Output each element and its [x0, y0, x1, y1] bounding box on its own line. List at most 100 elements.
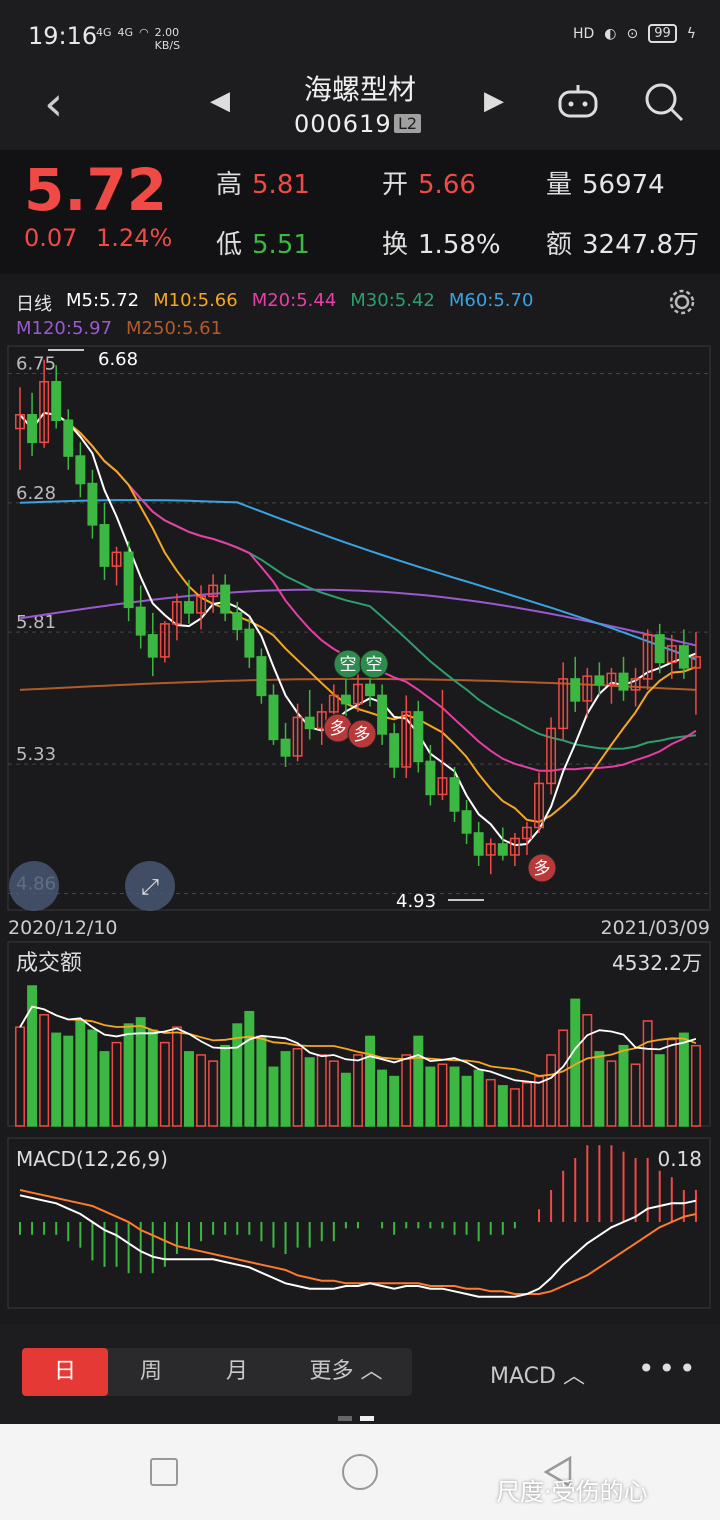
volume-bar — [208, 1060, 219, 1127]
y-tick-label: 6.75 — [16, 354, 56, 375]
status-time: 19:16 — [28, 22, 98, 50]
candle-body — [461, 810, 472, 834]
stock-chart[interactable]: 6.756.285.815.334.866.684.93空空多多多⤢2020/1… — [0, 274, 720, 1324]
tab-month[interactable]: 月 — [194, 1348, 280, 1396]
volume-bar — [63, 1035, 74, 1127]
indicator-select[interactable]: MACD ︿ — [490, 1358, 585, 1390]
back-icon[interactable]: ‹ — [44, 76, 63, 132]
tab-more[interactable]: 更多 ︿ — [280, 1348, 412, 1396]
candle-body — [63, 419, 74, 457]
stock-name: 海螺型材 — [303, 73, 416, 106]
page-dot — [338, 1416, 352, 1421]
moon-icon: ◐ — [604, 25, 617, 42]
volume-bar — [666, 1038, 677, 1127]
low-field: 低 5.51 — [216, 224, 310, 261]
candle-body — [256, 656, 267, 697]
y-tick-label: 6.28 — [16, 483, 56, 504]
volume-bar — [99, 1051, 110, 1127]
turnover-label: 换 — [382, 230, 409, 260]
candle-body — [497, 843, 508, 856]
volume-bar — [485, 1078, 496, 1127]
volume-bar — [280, 1051, 291, 1127]
amount-value: 3247.8万 — [582, 230, 699, 260]
amount-label: 额 — [546, 230, 573, 260]
volume-bar — [51, 1032, 62, 1127]
robot-icon[interactable] — [556, 82, 600, 122]
high-label: 高 — [216, 170, 243, 200]
high-marker-label: 6.68 — [98, 349, 138, 370]
candle-body — [280, 738, 291, 757]
candle-body — [184, 601, 194, 614]
candle-body — [244, 628, 255, 658]
l2-badge[interactable]: L2 — [394, 114, 422, 133]
system-nav-bar: 尺度·受伤的心 — [0, 1424, 720, 1520]
volume-frame — [7, 941, 711, 1127]
candle-body — [51, 381, 62, 422]
recents-icon[interactable] — [150, 1458, 178, 1486]
volume-bar — [256, 1035, 267, 1127]
volume-bar — [521, 1082, 532, 1127]
candle-body — [365, 683, 376, 697]
search-icon[interactable] — [642, 80, 686, 124]
candle-body — [340, 694, 351, 705]
candle-body — [654, 634, 665, 664]
volume-bar — [437, 1063, 448, 1127]
volume-bar — [123, 1023, 134, 1127]
buy-signal-label: 多 — [354, 725, 371, 745]
kline-frame — [7, 345, 711, 911]
candle-body — [413, 711, 424, 763]
buy-signal-label: 多 — [330, 719, 347, 739]
wifi-icon: ◠ — [139, 26, 149, 39]
tab-day[interactable]: 日 — [22, 1348, 108, 1396]
quote-panel: 5.72 0.07 1.24% 高 5.81 低 5.51 开 5.66 换 1.58%… — [0, 150, 720, 274]
volume-bar — [473, 1069, 484, 1127]
tab-week[interactable]: 周 — [108, 1348, 194, 1396]
volume-bar — [147, 1029, 158, 1127]
buy-signal-label: 多 — [534, 859, 551, 879]
next-stock-icon[interactable]: ▶ — [484, 86, 504, 116]
volume-bar — [594, 1051, 605, 1127]
volume-max-label: 4532.2万 — [612, 951, 702, 975]
volume-bar — [15, 1026, 25, 1127]
open-label: 开 — [382, 170, 409, 200]
volume-bar — [497, 1085, 508, 1127]
macd-dif-line — [19, 1194, 697, 1298]
status-bar: 19:16 4G 4G ◠ 2.00 KB/S HD ◐ ⊙ 99 ϟ — [0, 0, 720, 62]
candle-body — [220, 584, 231, 614]
stock-code: 000619 — [294, 110, 392, 138]
volume-bar — [389, 1075, 400, 1127]
volume-bar — [582, 1014, 593, 1127]
candle-body — [570, 678, 581, 702]
turnover-field: 换 1.58% — [382, 224, 501, 261]
net-speed: 2.00 KB/S — [155, 26, 180, 52]
prev-stock-icon[interactable]: ◀ — [210, 86, 230, 116]
candle-body — [268, 694, 279, 741]
more-options-icon[interactable]: ••• — [638, 1352, 700, 1385]
volume-bar — [304, 1057, 315, 1127]
period-tabs-bar: 日 周 月 更多 ︿ MACD ︿ ••• — [0, 1324, 720, 1424]
signal-1-label: 4G — [96, 26, 112, 39]
volume-bar — [618, 1044, 629, 1127]
ma10-line — [19, 411, 697, 824]
candle-body — [87, 482, 98, 526]
ma20-line — [19, 411, 697, 772]
high-field: 高 5.81 — [216, 164, 310, 201]
volume-bar — [654, 1054, 665, 1127]
volume-bar — [678, 1032, 689, 1127]
watermark-text: 尺度·受伤的心 — [496, 1478, 648, 1506]
volume-label: 量 — [546, 170, 573, 200]
home-icon[interactable] — [342, 1454, 378, 1490]
volume-bar — [630, 1063, 641, 1127]
low-label: 低 — [216, 230, 243, 260]
charging-icon: ϟ — [686, 25, 696, 42]
volume-value: 56974 — [582, 170, 665, 200]
turnover-value: 1.58% — [418, 230, 501, 260]
volume-title: 成交额 — [16, 951, 82, 976]
network-indicators: 4G 4G ◠ 2.00 KB/S — [96, 26, 180, 52]
draw-tool-icon — [9, 861, 59, 911]
candle-body — [304, 716, 315, 730]
volume-bar — [534, 1075, 544, 1127]
amount-field: 额 3247.8万 — [546, 224, 699, 261]
date-start-label: 2020/12/10 — [8, 917, 118, 939]
open-field: 开 5.66 — [382, 164, 476, 201]
